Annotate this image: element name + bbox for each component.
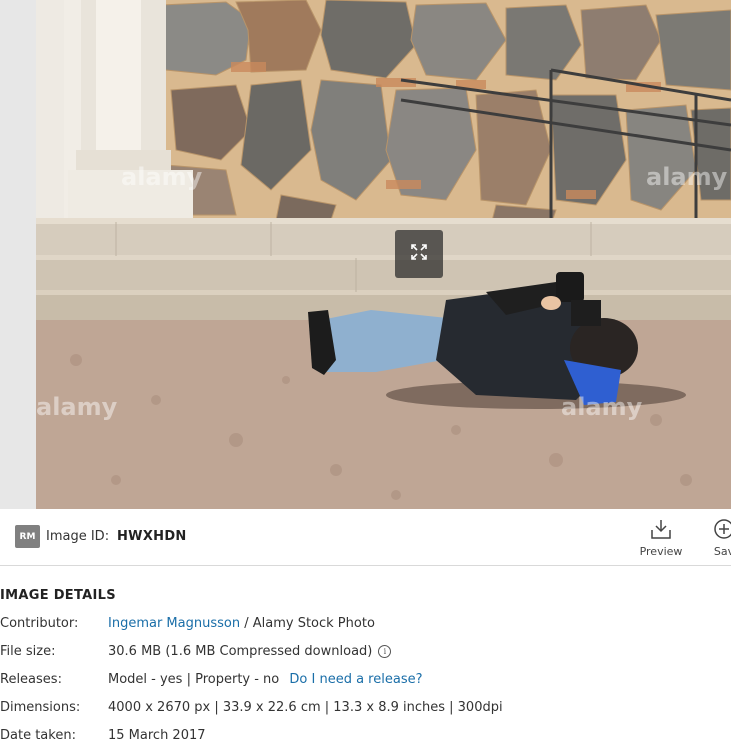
image-viewer: alamy alamy alamy alamy (0, 0, 731, 509)
image-id-value: HWXHDN (117, 529, 187, 544)
svg-text:alamy: alamy (121, 163, 203, 191)
file-size-value: 30.6 MB (1.6 MB Compressed download) (108, 644, 373, 659)
contributor-link[interactable]: Ingemar Magnusson (108, 616, 240, 631)
file-size-key: File size: (0, 644, 56, 659)
image-id-label: Image ID: (46, 529, 110, 544)
image-id-bar: RM Image ID: HWXHDN Preview Sav (0, 509, 731, 566)
plus-circle-icon (713, 519, 731, 544)
save-button[interactable]: Sav (704, 518, 731, 558)
preview-button[interactable]: Preview (637, 518, 685, 558)
info-icon[interactable]: i (378, 645, 392, 658)
expand-image-button[interactable] (395, 230, 443, 278)
contributor-key: Contributor: (0, 616, 79, 631)
release-help-link[interactable]: Do I need a release? (289, 672, 422, 687)
svg-text:alamy: alamy (36, 393, 118, 421)
svg-text:alamy: alamy (646, 163, 728, 191)
stock-photo[interactable]: alamy alamy alamy alamy (36, 0, 731, 509)
dimensions-value: 4000 x 2670 px | 33.9 x 22.6 cm | 13.3 x… (108, 700, 503, 715)
rights-managed-badge: RM (15, 525, 40, 548)
date-taken-value: 15 March 2017 (108, 728, 206, 743)
contributor-agency: / Alamy Stock Photo (240, 616, 375, 631)
details-heading: IMAGE DETAILS (0, 588, 116, 603)
svg-text:alamy: alamy (561, 393, 643, 421)
dimensions-key: Dimensions: (0, 700, 81, 715)
date-taken-key: Date taken: (0, 728, 76, 743)
expand-icon (411, 244, 427, 264)
releases-value: Model - yes | Property - no (108, 672, 280, 687)
save-label: Sav (713, 545, 731, 558)
releases-key: Releases: (0, 672, 62, 687)
preview-label: Preview (639, 545, 683, 558)
download-icon (650, 520, 672, 544)
